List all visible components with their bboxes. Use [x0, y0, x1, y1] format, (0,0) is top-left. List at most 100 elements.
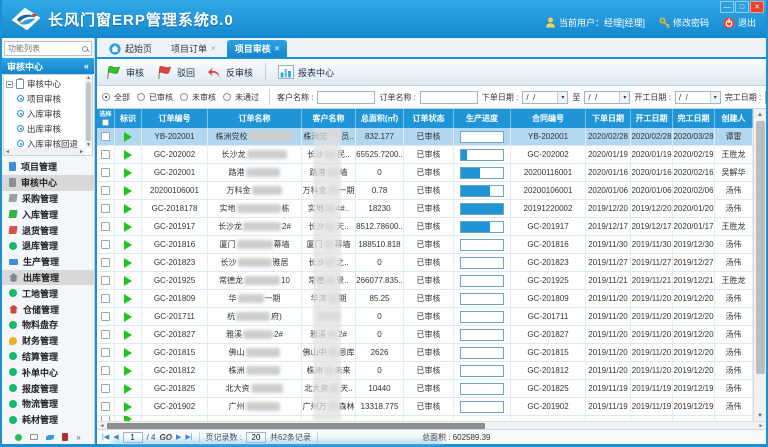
- scroll-up-icon[interactable]: ▲: [757, 109, 763, 120]
- tab-project-audit[interactable]: 项目审核 ×: [227, 40, 288, 57]
- row-checkbox[interactable]: [101, 168, 110, 177]
- row-checkbox[interactable]: [101, 258, 110, 267]
- scroll-left-icon[interactable]: ◄: [97, 423, 107, 429]
- row-checkbox[interactable]: [101, 132, 110, 141]
- col-flag[interactable]: 标识: [115, 109, 142, 128]
- table-row[interactable]: GC-201816 厦门幕墙 厦门幕墙 188510.818 已审核 GC-20…: [97, 236, 753, 254]
- tab-project-orders[interactable]: 项目订单 ×: [163, 40, 224, 57]
- sidebar-menu-item[interactable]: 财务管理: [2, 333, 94, 349]
- sidebar-menu-item[interactable]: 物流管理: [2, 396, 94, 412]
- tree-item[interactable]: 项目审核: [4, 91, 92, 106]
- start-date-picker[interactable]: / /▾: [675, 91, 721, 104]
- change-password-button[interactable]: 修改密码: [659, 16, 709, 29]
- scroll-right-icon[interactable]: ►: [79, 149, 84, 155]
- book-icon[interactable]: [62, 433, 68, 441]
- sidebar-menu-item[interactable]: 结算管理: [2, 349, 94, 365]
- table-row[interactable]: GC-202001 路港 路港墙 0 已审核 20200116001 2020/…: [97, 164, 753, 182]
- row-checkbox[interactable]: [101, 204, 110, 213]
- row-checkbox[interactable]: [101, 366, 110, 375]
- radio-failed[interactable]: [223, 93, 231, 101]
- sidebar-menu-item[interactable]: 耗材管理: [2, 412, 94, 428]
- first-page-button[interactable]: |◀: [102, 433, 109, 441]
- tab-home[interactable]: 起始页: [101, 40, 160, 57]
- sidebar-menu-item[interactable]: 补单中心: [2, 364, 94, 380]
- finish-date-picker[interactable]: / /▾: [765, 91, 766, 104]
- sidebar-menu-item[interactable]: 工地管理: [2, 285, 94, 301]
- order-date-picker[interactable]: / /▾: [522, 91, 568, 104]
- tree-expand-icon[interactable]: [6, 81, 13, 88]
- col-start-date[interactable]: 开工日期: [631, 109, 673, 128]
- table-row[interactable]: GC-202002 长沙龙 长沙民.. 65525.7200.. 已审核 GC-…: [97, 146, 753, 164]
- sidebar-menu-item[interactable]: 审核中心: [2, 175, 94, 191]
- tab-close-icon[interactable]: ×: [211, 44, 216, 53]
- row-checkbox[interactable]: [101, 348, 110, 357]
- row-checkbox[interactable]: [101, 150, 110, 159]
- function-search[interactable]: [4, 41, 92, 56]
- sidebar-menu-item[interactable]: 报废管理: [2, 380, 94, 396]
- table-row[interactable]: GC-201711 杭府) 0 已审核 GC-201711 2019/11/20…: [97, 308, 753, 326]
- sidebar-menu-item[interactable]: 项目管理: [2, 159, 94, 175]
- unaudit-button[interactable]: 反审核: [207, 66, 253, 79]
- tree-root[interactable]: 审核中心: [4, 75, 92, 91]
- table-row[interactable]: GC-201902 广州 广州万森林 13318.775 已审核 GC-2019…: [97, 398, 753, 416]
- scroll-left-icon[interactable]: ◄: [5, 149, 10, 155]
- col-select[interactable]: 选择: [97, 109, 115, 128]
- table-row[interactable]: GC-2018178 实地栋 实地4#.. 18230 已审核 20191220…: [97, 200, 753, 218]
- dropdown-icon[interactable]: ▾: [557, 92, 567, 103]
- order-date-to-picker[interactable]: / /▾: [584, 91, 630, 104]
- col-area[interactable]: 总面积(㎡): [356, 109, 404, 128]
- row-checkbox[interactable]: [101, 240, 110, 249]
- sidebar-menu-item[interactable]: 退货管理: [2, 222, 94, 238]
- table-row[interactable]: GC-201809 华一期 华滨期 85.25 已审核 GC-201809 20…: [97, 290, 753, 308]
- table-row[interactable]: GC-201925 常德龙10 常德景.. 266077.835.. 已审核 G…: [97, 272, 753, 290]
- audit-button[interactable]: 审核: [105, 64, 144, 80]
- col-contract-no[interactable]: 合同编号: [511, 109, 586, 128]
- tab-close-icon[interactable]: ×: [275, 44, 280, 53]
- col-order-date[interactable]: 下单日期: [586, 109, 631, 128]
- report-center-button[interactable]: 报表中心: [278, 65, 334, 79]
- customer-name-input[interactable]: [317, 91, 375, 104]
- cart-icon[interactable]: [30, 434, 38, 440]
- table-row[interactable]: GC-201812 株洲 株洲未来 0 已审核 GC-201812 2019/1…: [97, 362, 753, 380]
- sidebar-menu-item[interactable]: 仓储管理: [2, 301, 94, 317]
- scroll-down-icon[interactable]: ▼: [757, 410, 763, 421]
- tree-vscroll-thumb[interactable]: [86, 82, 91, 141]
- col-status[interactable]: 订单状态: [404, 109, 454, 128]
- scroll-up-icon[interactable]: ▲: [86, 75, 91, 81]
- sidebar-menu-item[interactable]: 物料盘存: [2, 317, 94, 333]
- vscroll-thumb[interactable]: [756, 121, 765, 374]
- radio-all[interactable]: [102, 93, 110, 101]
- sidebar-menu-item[interactable]: 生产管理: [2, 254, 94, 270]
- col-finish-date[interactable]: 完工日期: [673, 109, 715, 128]
- col-customer[interactable]: 客户名称: [302, 109, 356, 128]
- dot-icon[interactable]: [15, 434, 22, 441]
- tree-vscrollbar[interactable]: ▲ ▼: [85, 75, 92, 148]
- row-checkbox[interactable]: [101, 294, 110, 303]
- table-hscrollbar[interactable]: ◄ ►: [97, 421, 766, 429]
- radio-audited[interactable]: [137, 93, 145, 101]
- col-order-name[interactable]: 订单名称: [208, 109, 302, 128]
- select-all-checkbox[interactable]: [102, 119, 109, 126]
- dropdown-icon[interactable]: ▾: [619, 92, 629, 103]
- col-progress[interactable]: 生产进度: [454, 109, 511, 128]
- col-creator[interactable]: 创建人: [715, 109, 753, 128]
- sidebar-menu-item[interactable]: 退库管理: [2, 238, 94, 254]
- sidebar-menu-item[interactable]: 入库管理: [2, 206, 94, 222]
- row-checkbox[interactable]: [101, 222, 110, 231]
- row-checkbox[interactable]: [101, 384, 110, 393]
- hscroll-thumb[interactable]: [107, 423, 485, 429]
- row-checkbox[interactable]: [101, 402, 110, 411]
- leaf-icon[interactable]: [46, 435, 54, 440]
- table-row[interactable]: GC-201825 北大资 北大资天.. 10440 已审核 GC-201825…: [97, 380, 753, 398]
- table-row[interactable]: GC-201815 佛山 佛山中恩库 2626 已审核 GC-201815 20…: [97, 344, 753, 362]
- sidebar-menu-item[interactable]: 出库管理: [2, 270, 94, 286]
- row-checkbox[interactable]: [101, 330, 110, 339]
- tree-item[interactable]: 入库审核: [4, 106, 92, 121]
- sidebar-menu-item[interactable]: 采购管理: [2, 191, 94, 207]
- row-checkbox[interactable]: [101, 312, 110, 321]
- table-row[interactable]: YB-202001 株洲党校 株洲党员.. 832.177 已审核 YB-202…: [97, 128, 753, 146]
- function-search-input[interactable]: [8, 44, 80, 53]
- minimize-button[interactable]: —: [720, 1, 734, 13]
- maximize-button[interactable]: □: [735, 1, 749, 13]
- scroll-down-icon[interactable]: ▼: [86, 142, 91, 148]
